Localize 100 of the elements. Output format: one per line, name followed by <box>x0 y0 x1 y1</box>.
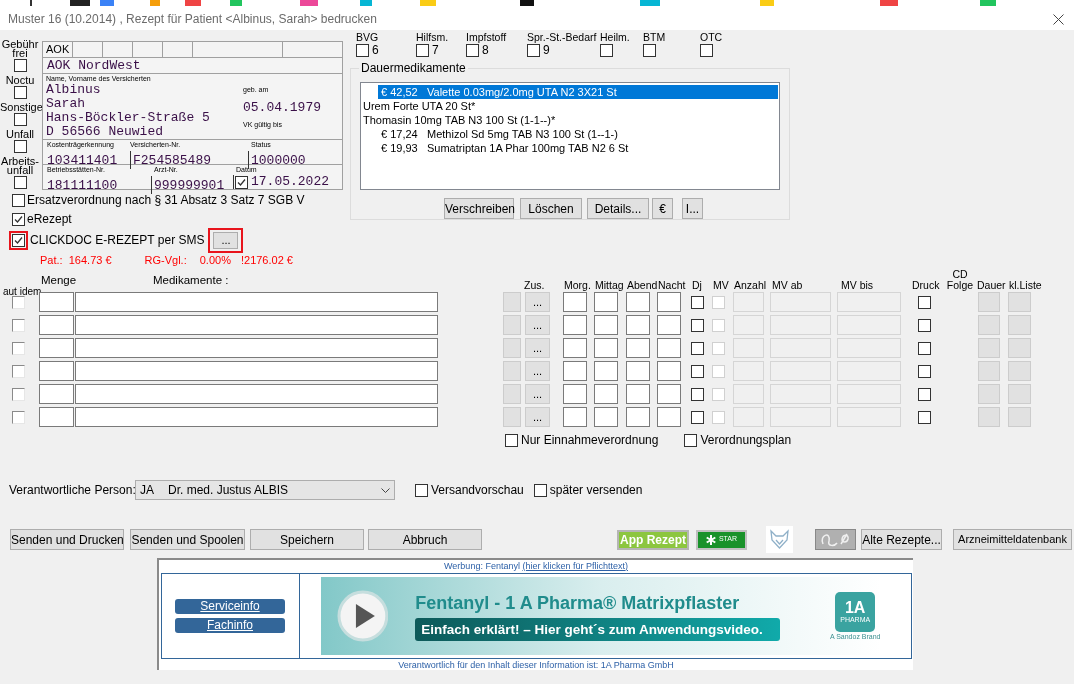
medication-field[interactable] <box>75 361 438 381</box>
dose-field[interactable] <box>657 292 681 312</box>
checkbox[interactable] <box>12 341 25 355</box>
medication-field[interactable] <box>75 292 438 312</box>
checkbox[interactable] <box>691 295 704 309</box>
close-icon[interactable] <box>1053 13 1064 25</box>
list-item[interactable]: € 17,24 Methizol Sd 5mg TAB N3 100 St (1--1-) <box>362 127 778 142</box>
more-button[interactable]: ... <box>525 407 550 427</box>
action-button[interactable]: Arzneimitteldatenbank <box>953 529 1072 550</box>
checkbox[interactable] <box>466 44 479 57</box>
dose-field[interactable] <box>563 407 587 427</box>
dose-field[interactable] <box>594 361 618 381</box>
quantity-field[interactable] <box>39 384 74 404</box>
checkbox[interactable] <box>356 44 369 57</box>
quantity-field[interactable] <box>39 361 74 381</box>
checkbox[interactable] <box>416 44 429 57</box>
person-dropdown[interactable]: JA Dr. med. Justus ALBIS <box>135 480 395 500</box>
checkbox[interactable] <box>13 140 27 153</box>
dose-field[interactable] <box>563 292 587 312</box>
checkbox[interactable] <box>700 44 713 57</box>
medication-field[interactable] <box>75 384 438 404</box>
more-button[interactable]: ... <box>525 361 550 381</box>
dose-field[interactable] <box>657 361 681 381</box>
action-button[interactable]: Senden und Spoolen <box>130 529 245 550</box>
list-button[interactable]: € <box>652 198 673 219</box>
info-link[interactable]: Fachinfo <box>175 618 285 633</box>
dose-field[interactable] <box>657 338 681 358</box>
list-button[interactable]: Löschen <box>520 198 582 219</box>
dose-field[interactable] <box>657 407 681 427</box>
checkbox[interactable] <box>918 410 931 424</box>
quantity-field[interactable] <box>39 338 74 358</box>
checkbox[interactable] <box>12 387 25 401</box>
more-button[interactable]: ... <box>525 315 550 335</box>
list-item[interactable]: € 42,52 Valette 0.03mg/2.0mg UTA N2 3X21 St <box>362 85 778 100</box>
checkbox[interactable] <box>643 44 656 57</box>
fox-icon[interactable] <box>766 526 793 553</box>
list-item[interactable]: € 19,93 Sumatriptan 1A Phar 100mg TAB N2 6 St <box>362 141 778 156</box>
list-button[interactable]: Verschreiben <box>444 198 514 219</box>
list-button[interactable]: Details... <box>587 198 649 219</box>
dose-field[interactable] <box>594 292 618 312</box>
ad-link[interactable]: (hier klicken für Pflichttext) <box>522 560 628 571</box>
checkbox[interactable] <box>12 193 25 207</box>
dose-field[interactable] <box>594 338 618 358</box>
dose-field[interactable] <box>563 338 587 358</box>
checkbox[interactable] <box>13 113 27 126</box>
dose-field[interactable] <box>657 384 681 404</box>
checkbox[interactable] <box>527 44 540 57</box>
checkbox[interactable] <box>918 387 931 401</box>
dose-field[interactable] <box>594 407 618 427</box>
medication-field[interactable] <box>75 407 438 427</box>
dose-field[interactable] <box>626 338 650 358</box>
dose-field[interactable] <box>657 315 681 335</box>
quantity-field[interactable] <box>39 315 74 335</box>
medication-field[interactable] <box>75 315 438 335</box>
medication-field[interactable] <box>75 338 438 358</box>
dose-field[interactable] <box>563 384 587 404</box>
dose-field[interactable] <box>626 315 650 335</box>
dose-field[interactable] <box>626 361 650 381</box>
checkbox[interactable] <box>505 433 518 447</box>
checkbox[interactable] <box>12 364 25 378</box>
checkbox[interactable] <box>13 176 27 189</box>
checkbox[interactable] <box>533 483 547 497</box>
action-button[interactable]: Abbruch <box>368 529 482 550</box>
quantity-field[interactable] <box>39 407 74 427</box>
checkbox[interactable] <box>12 318 25 332</box>
signature-icon[interactable] <box>815 529 856 550</box>
checkbox[interactable] <box>12 212 25 226</box>
action-button[interactable]: Alte Rezepte... <box>861 529 942 550</box>
info-link[interactable]: Serviceinfo <box>175 599 285 614</box>
checkbox[interactable] <box>13 86 27 99</box>
checkbox[interactable] <box>918 364 931 378</box>
list-button[interactable]: I... <box>682 198 703 219</box>
more-button[interactable]: ... <box>525 292 550 312</box>
more-button[interactable]: ... <box>525 338 550 358</box>
checkbox[interactable] <box>691 318 704 332</box>
video-link[interactable]: Einfach erklärt! – Hier geht´s zum Anwendungsvideo. <box>415 617 780 641</box>
checkbox[interactable] <box>12 295 25 309</box>
action-button[interactable]: Speichern <box>250 529 364 550</box>
checkbox[interactable] <box>691 341 704 355</box>
checkbox[interactable] <box>918 318 931 332</box>
play-icon[interactable] <box>336 590 389 642</box>
dose-field[interactable] <box>594 384 618 404</box>
dose-field[interactable] <box>626 292 650 312</box>
dose-field[interactable] <box>594 315 618 335</box>
dose-field[interactable] <box>626 384 650 404</box>
checkbox[interactable] <box>691 364 704 378</box>
checkbox[interactable] <box>13 59 27 72</box>
dose-field[interactable] <box>563 361 587 381</box>
dose-field[interactable] <box>626 407 650 427</box>
checkbox[interactable] <box>691 410 704 424</box>
checkbox[interactable] <box>918 295 931 309</box>
checkbox[interactable] <box>684 433 698 447</box>
more-button[interactable]: ... <box>525 384 550 404</box>
checkbox[interactable] <box>691 387 704 401</box>
quantity-field[interactable] <box>39 292 74 312</box>
more-button[interactable]: ... <box>213 231 239 249</box>
checkbox[interactable] <box>235 175 248 189</box>
checkbox[interactable] <box>415 483 428 497</box>
list-item[interactable]: Thomasin 10mg TAB N3 100 St (1-1--)* <box>362 113 778 128</box>
list-item[interactable]: Urem Forte UTA 20 St* <box>362 99 778 114</box>
